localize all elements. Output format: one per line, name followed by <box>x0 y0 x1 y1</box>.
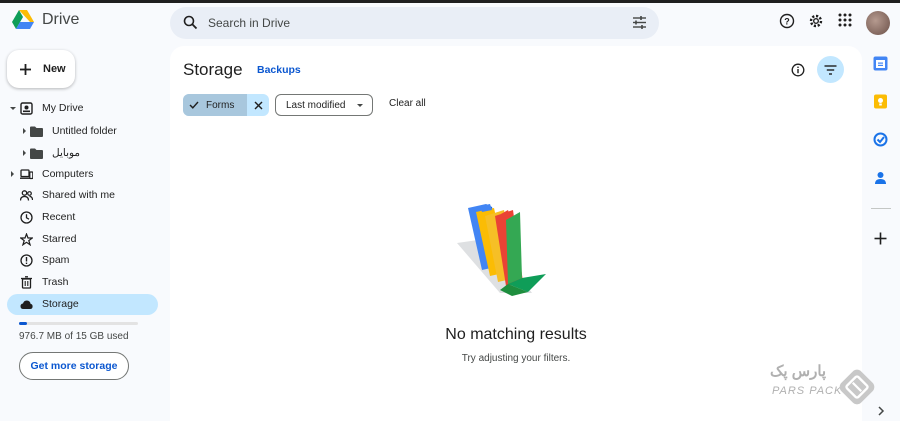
sidebar-item-label: Starred <box>42 233 77 245</box>
settings-gear-icon[interactable] <box>808 13 824 29</box>
folder-item-untitled[interactable]: Untitled folder <box>23 121 163 141</box>
empty-folders-illustration <box>457 204 546 296</box>
expand-arrow-icon[interactable] <box>11 171 14 177</box>
shared-icon <box>20 190 33 201</box>
sidebar-item-label: Recent <box>42 211 76 223</box>
modified-filter-chip[interactable]: Last modified <box>275 94 373 116</box>
parspack-watermark: پارس پک PARS PACK <box>770 362 880 410</box>
apps-grid-icon[interactable] <box>838 13 852 27</box>
clock-icon <box>20 211 33 224</box>
clear-type-filter-button[interactable] <box>247 94 269 116</box>
sidebar-item-label: My Drive <box>42 102 84 114</box>
sidebar-item-trash[interactable]: Trash <box>7 272 158 293</box>
main-panel: Storage Backups Forms Last modified Clea… <box>170 46 862 421</box>
my-drive-icon <box>20 102 33 115</box>
calendar-icon[interactable] <box>873 56 888 71</box>
sidebar-item-shared[interactable]: Shared with me <box>7 185 158 206</box>
add-addon-plus-icon[interactable] <box>873 231 888 246</box>
sidebar-item-label: Storage <box>42 298 79 310</box>
storage-quota-bar <box>19 322 138 325</box>
window-top-border <box>0 0 900 3</box>
sidebar-item-storage[interactable]: Storage <box>7 294 158 315</box>
folder-item-mobile[interactable]: موبایل <box>23 143 163 163</box>
sidebar-item-label: Spam <box>42 254 70 266</box>
drive-logo[interactable]: Drive <box>12 10 79 30</box>
page-title: Storage <box>183 60 243 79</box>
search-input[interactable]: Search in Drive <box>208 16 290 30</box>
computers-icon <box>20 169 33 180</box>
tasks-icon[interactable] <box>873 132 888 147</box>
folder-icon <box>30 126 43 137</box>
watermark-fa-text: پارس پک <box>770 363 827 380</box>
filter-button[interactable] <box>817 56 844 83</box>
contacts-icon[interactable] <box>873 170 888 185</box>
clear-all-button[interactable]: Clear all <box>389 98 426 109</box>
spam-icon <box>20 254 33 267</box>
app-title: Drive <box>42 11 80 28</box>
empty-state-subtitle: Try adjusting your filters. <box>461 353 571 364</box>
sidebar-item-label: Trash <box>42 276 69 288</box>
type-filter-chip[interactable]: Forms <box>183 94 269 116</box>
parspack-logo-icon <box>839 369 875 405</box>
folder-label: موبایل <box>52 147 81 159</box>
sidebar-item-label: Computers <box>42 168 94 180</box>
sidebar-item-computers[interactable]: Computers <box>7 164 158 185</box>
checkmark-icon <box>189 101 199 109</box>
modified-filter-label: Last modified <box>286 99 346 111</box>
help-icon[interactable]: ? <box>779 13 795 29</box>
rail-divider <box>871 208 891 209</box>
sidebar-item-recent[interactable]: Recent <box>7 207 158 228</box>
svg-text:?: ? <box>784 17 790 27</box>
empty-state-title: No matching results <box>445 326 587 343</box>
trash-icon <box>21 276 32 289</box>
backups-link[interactable]: Backups <box>257 64 301 76</box>
plus-icon <box>20 63 31 75</box>
search-icon[interactable] <box>183 15 198 30</box>
drive-logo-icon <box>12 10 34 29</box>
folder-icon <box>30 148 43 159</box>
storage-quota-fill <box>19 322 27 325</box>
star-icon <box>20 233 33 246</box>
expand-arrow-icon[interactable] <box>10 107 16 110</box>
cloud-icon <box>20 300 33 309</box>
new-button-label: New <box>43 63 66 75</box>
keep-icon[interactable] <box>873 94 888 109</box>
storage-usage-text: 976.7 MB of 15 GB used <box>19 331 129 342</box>
close-icon <box>254 101 262 109</box>
get-more-storage-button[interactable]: Get more storage <box>19 352 129 380</box>
folder-label: Untitled folder <box>52 125 117 137</box>
expand-arrow-icon[interactable] <box>23 128 26 134</box>
sidebar-item-starred[interactable]: Starred <box>7 229 158 250</box>
search-options-icon[interactable] <box>632 15 647 30</box>
type-filter-label: Forms <box>206 99 235 111</box>
watermark-en-text: PARS PACK <box>772 385 843 397</box>
chevron-down-icon <box>357 104 363 107</box>
sidebar-item-spam[interactable]: Spam <box>7 250 158 271</box>
expand-arrow-icon[interactable] <box>23 150 26 156</box>
sidebar-item-label: Shared with me <box>42 189 115 201</box>
info-icon[interactable] <box>791 63 805 77</box>
sidebar-item-my-drive[interactable]: My Drive <box>7 98 158 119</box>
account-avatar[interactable] <box>866 11 890 35</box>
new-button[interactable]: New <box>7 50 75 88</box>
filter-icon <box>824 64 837 75</box>
search-bar[interactable]: Search in Drive <box>170 7 659 39</box>
